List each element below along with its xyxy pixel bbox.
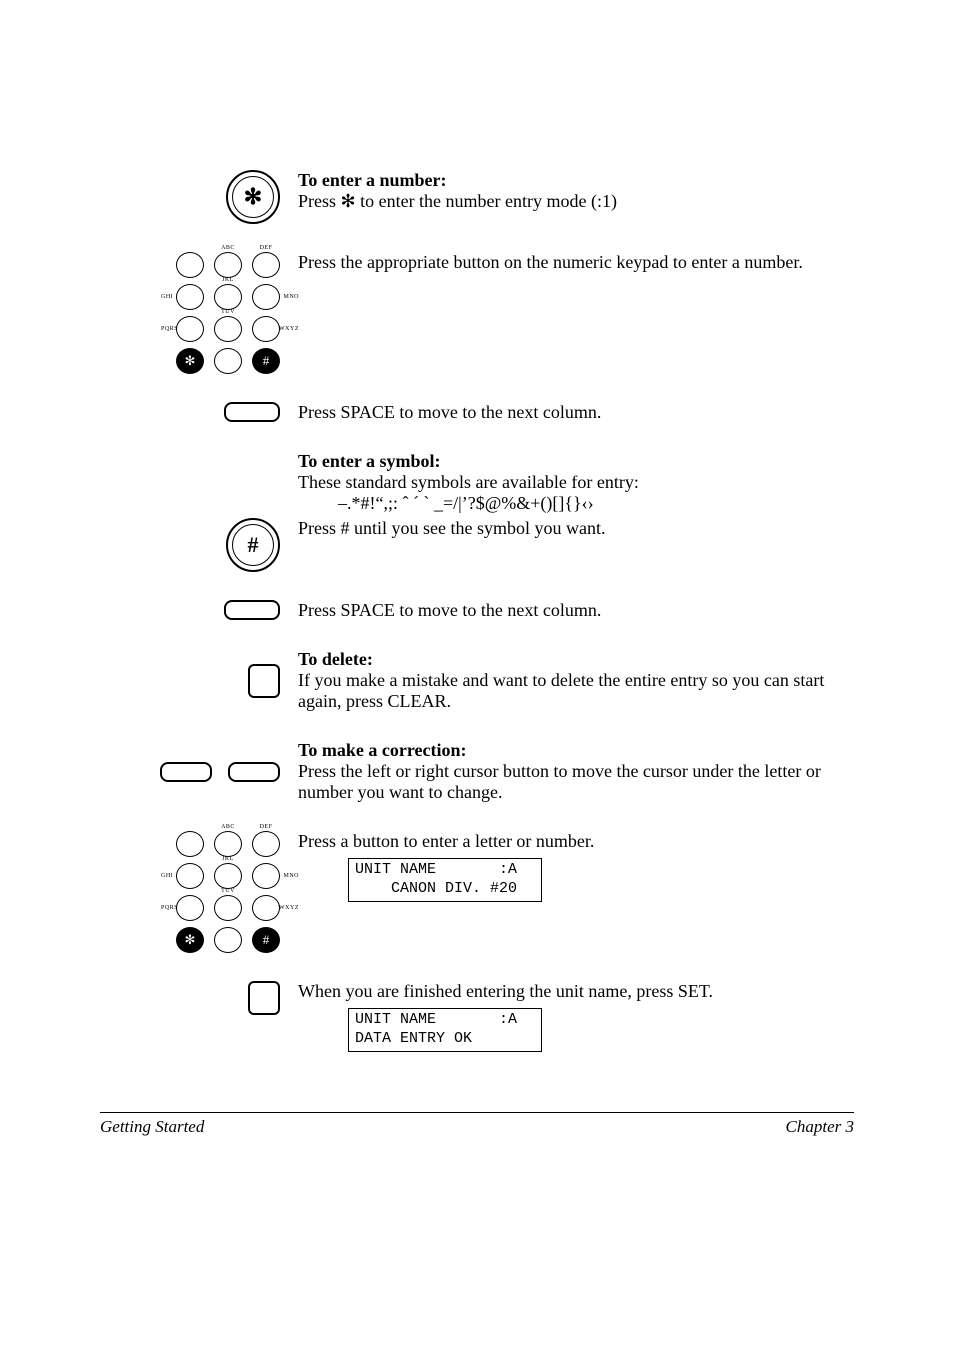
delete-text: If you make a mistake and want to delete… — [298, 670, 824, 711]
lcd-display-2: UNIT NAME :A DATA ENTRY OK — [348, 1008, 542, 1052]
section-space-symbol: Press SPACE to move to the next column. — [100, 600, 854, 621]
symbol-heading: To enter a symbol: — [298, 451, 441, 471]
clear-key-icon — [248, 664, 280, 698]
space-key-icon — [224, 402, 280, 422]
correction-step2: Press a button to enter a letter or numb… — [298, 831, 594, 851]
section-number: ✻ To enter a number: Press ✻ to enter th… — [100, 170, 854, 224]
correction-step3: When you are finished entering the unit … — [298, 981, 713, 1001]
number-step1: Press ✻ to enter the number entry mode (… — [298, 191, 617, 211]
cursor-keys-icon — [160, 762, 280, 782]
footer-right: Chapter 3 — [786, 1117, 854, 1137]
number-step3: Press SPACE to move to the next column. — [298, 402, 601, 422]
star-key-icon: ✻ — [226, 170, 280, 224]
section-correction-set: When you are finished entering the unit … — [100, 981, 854, 1052]
lcd-display-1: UNIT NAME :A CANON DIV. #20 — [348, 858, 542, 902]
delete-heading: To delete: — [298, 649, 373, 669]
symbol-list: –.*#!“,;: ˆ ´ ` _=/|’?$@%&+()[]{}‹› — [298, 493, 594, 513]
section-correction-cursor: To make a correction: Press the left or … — [100, 740, 854, 803]
section-delete: To delete: If you make a mistake and wan… — [100, 649, 854, 712]
page-content: ✻ To enter a number: Press ✻ to enter th… — [0, 0, 954, 1197]
number-step2: Press the appropriate button on the nume… — [298, 252, 803, 272]
number-heading: To enter a number: — [298, 170, 447, 190]
keypad-icon: ABC DEF GHI JKL MNO PQRS TUV WXYZ ✻ # — [176, 252, 280, 374]
set-key-icon — [248, 981, 280, 1015]
hash-key-icon: # — [226, 518, 280, 572]
keypad-icon-2: ABC DEF GHI JKL MNO PQRS TUV WXYZ ✻ # — [176, 831, 280, 953]
section-symbol-hash: # Press # until you see the symbol you w… — [100, 518, 854, 572]
page-footer: Getting Started Chapter 3 — [100, 1112, 854, 1137]
symbol-step1: Press # until you see the symbol you wan… — [298, 518, 605, 538]
correction-step1: Press the left or right cursor button to… — [298, 761, 821, 802]
section-space-number: Press SPACE to move to the next column. — [100, 402, 854, 423]
symbol-step2: Press SPACE to move to the next column. — [298, 600, 601, 620]
correction-heading: To make a correction: — [298, 740, 466, 760]
symbol-intro: These standard symbols are available for… — [298, 472, 639, 492]
footer-left: Getting Started — [100, 1117, 204, 1137]
section-correction-keypad: ABC DEF GHI JKL MNO PQRS TUV WXYZ ✻ # Pr… — [100, 831, 854, 953]
section-symbol-intro: To enter a symbol: These standard symbol… — [100, 451, 854, 514]
space-key-icon-2 — [224, 600, 280, 620]
section-keypad-number: ABC DEF GHI JKL MNO PQRS TUV WXYZ ✻ # Pr… — [100, 252, 854, 374]
